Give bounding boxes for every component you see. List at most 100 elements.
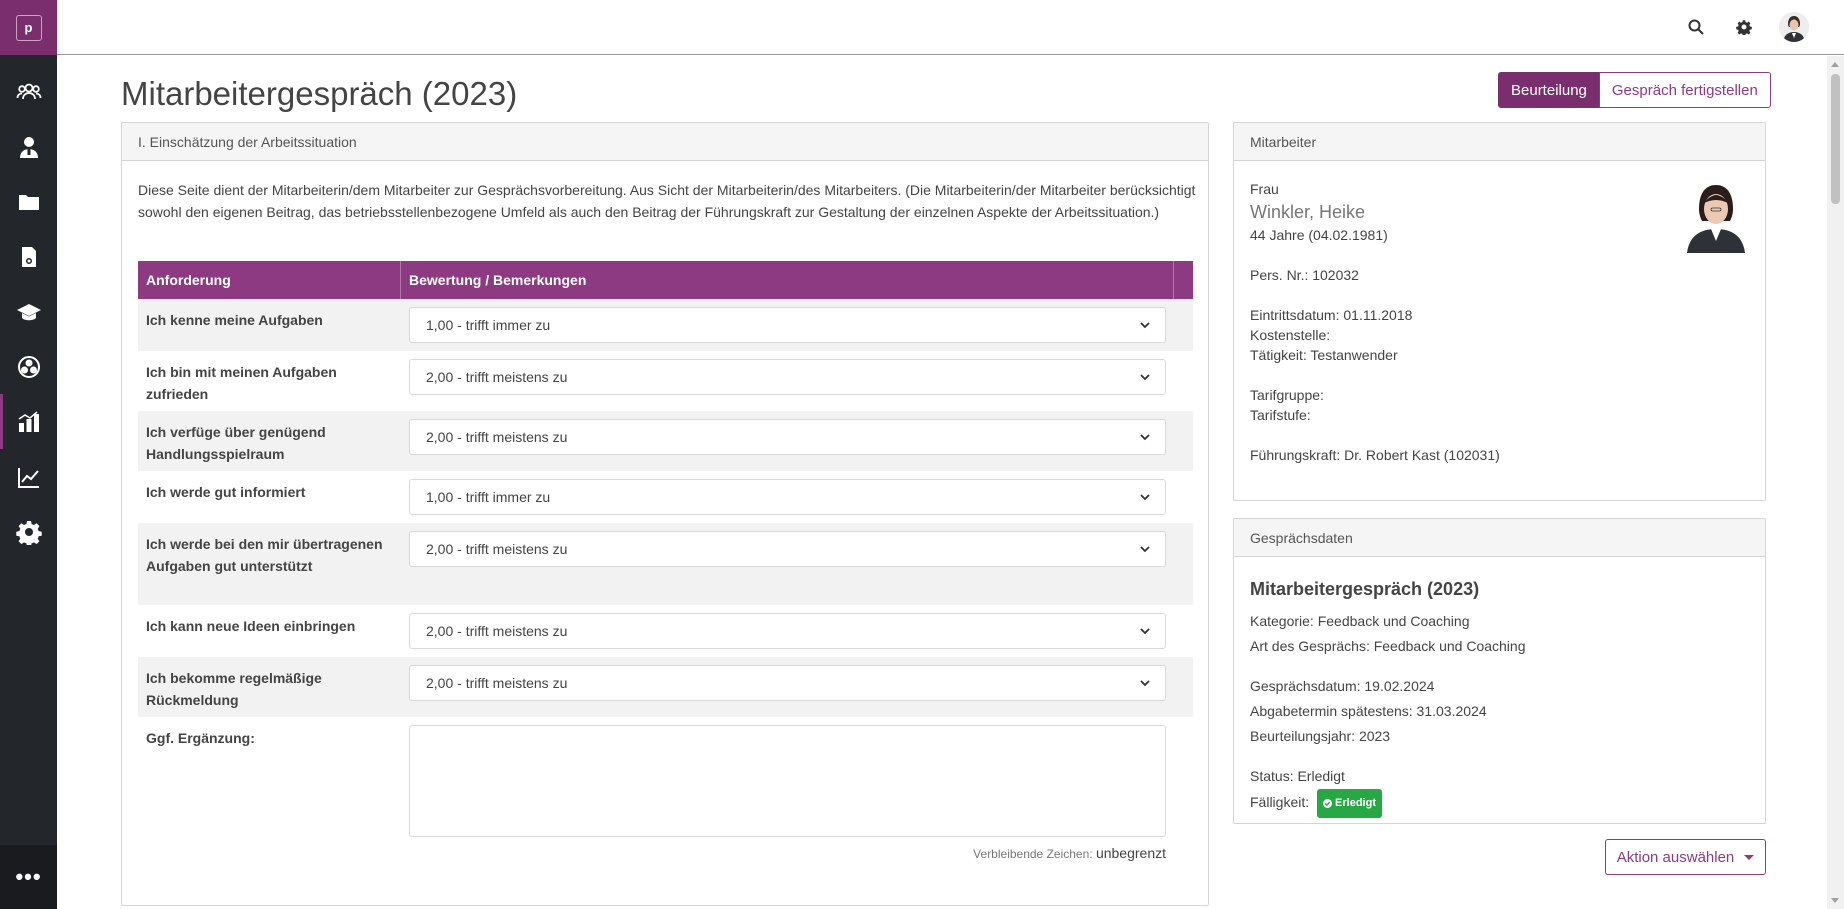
chevron-down-icon <box>1140 546 1150 553</box>
more-menu-button[interactable]: ••• <box>0 845 57 909</box>
team-icon[interactable] <box>0 64 57 119</box>
network-icon[interactable] <box>0 339 57 394</box>
employee-age: 44 Jahre (04.02.1981) <box>1250 227 1388 243</box>
column-requirement: Anforderung <box>138 261 401 299</box>
talk-deadline: Abgabetermin spätestens: 31.03.2024 <box>1250 703 1487 719</box>
chevron-down-icon <box>1140 628 1150 635</box>
talk-title: Mitarbeitergespräch (2023) <box>1250 579 1480 599</box>
badge-label: Erledigt <box>1335 797 1376 809</box>
employee-tariff-group: Tarifgruppe: <box>1250 387 1324 403</box>
addition-textarea[interactable] <box>409 725 1166 837</box>
requirement-label: Ich verfüge über genügend Handlungsspiel… <box>146 424 326 462</box>
search-icon[interactable] <box>1683 14 1709 40</box>
requirement-label: Ich kenne meine Aufgaben <box>146 312 323 328</box>
select-action-button[interactable]: Aktion auswählen <box>1605 839 1766 875</box>
employee-salutation: Frau <box>1250 181 1279 197</box>
rating-select[interactable]: 1,00 - trifft immer zu <box>409 479 1166 515</box>
table-row: Ich bekomme regelmäßige Rückmeldung 2,00… <box>138 657 1193 717</box>
page-title: Mitarbeitergespräch (2023) <box>121 75 518 112</box>
talk-due: Fälligkeit: Erledigt <box>1250 789 1526 818</box>
chevron-down-icon <box>1140 374 1150 381</box>
rating-value: 1,00 - trifft immer zu <box>426 317 551 333</box>
document-search-icon[interactable] <box>0 229 57 284</box>
assessment-button[interactable]: Beurteilung <box>1498 72 1600 108</box>
scroll-up-icon[interactable] <box>1831 62 1839 67</box>
rating-select[interactable]: 2,00 - trifft meistens zu <box>409 419 1166 455</box>
due-label: Fälligkeit: <box>1250 794 1310 811</box>
rating-value: 2,00 - trifft meistens zu <box>426 429 568 445</box>
sidebar: p ••• <box>0 0 57 909</box>
rating-value: 1,00 - trifft immer zu <box>426 489 551 505</box>
action-label: Aktion auswählen <box>1616 848 1735 866</box>
employee-entry-date: Eintrittsdatum: 01.11.2018 <box>1250 307 1413 323</box>
work-situation-card: I. Einschätzung der Arbeitssituation Die… <box>121 122 1209 906</box>
check-circle-icon <box>1323 799 1333 808</box>
rating-select[interactable]: 2,00 - trifft meistens zu <box>409 613 1166 649</box>
chevron-down-icon <box>1140 434 1150 441</box>
talk-year: Beurteilungsjahr: 2023 <box>1250 728 1391 744</box>
top-bar <box>57 0 1844 55</box>
settings-gear-icon[interactable] <box>0 504 57 559</box>
requirements-table: Anforderung Bewertung / Bemerkungen Ich … <box>138 261 1193 869</box>
rating-select[interactable]: 2,00 - trifft meistens zu <box>409 531 1166 567</box>
table-row: Ich werde bei den mir übertragenen Aufga… <box>138 523 1193 605</box>
chevron-down-icon <box>1140 680 1150 687</box>
rating-value: 2,00 - trifft meistens zu <box>426 369 568 385</box>
logo-mark: p <box>15 14 42 41</box>
table-row: Ich bin mit meinen Aufgaben zufrieden 2,… <box>138 351 1193 411</box>
table-row: Ich verfüge über genügend Handlungsspiel… <box>138 411 1193 471</box>
chevron-down-icon <box>1140 322 1150 329</box>
talk-type: Art des Gesprächs: Feedback und Coaching <box>1250 638 1526 654</box>
column-rating: Bewertung / Bemerkungen <box>401 261 1174 299</box>
gear-icon[interactable] <box>1731 14 1757 40</box>
employee-name: Winkler, Heike <box>1250 202 1366 222</box>
app-logo[interactable]: p <box>0 0 57 55</box>
employee-cost-center: Kostenstelle: <box>1250 327 1331 343</box>
employee-activity: Tätigkeit: Testanwender <box>1250 347 1398 363</box>
employee-manager: Führungskraft: Dr. Robert Kast (102031) <box>1250 447 1500 463</box>
scroll-thumb[interactable] <box>1831 74 1840 204</box>
finish-talk-button[interactable]: Gespräch fertigstellen <box>1598 72 1771 108</box>
employee-pers-nr: Pers. Nr.: 102032 <box>1250 267 1359 283</box>
talk-status: Status: Erledigt <box>1250 768 1345 784</box>
graduation-cap-icon[interactable] <box>0 284 57 339</box>
talk-header: Gesprächsdaten <box>1234 519 1765 557</box>
intro-text: Diese Seite dient der Mitarbeiterin/dem … <box>138 182 1196 220</box>
employee-photo <box>1683 177 1749 253</box>
page-scrollbar[interactable] <box>1827 56 1844 909</box>
remaining-value: unbegrenzt <box>1095 845 1166 861</box>
rating-select[interactable]: 2,00 - trifft meistens zu <box>409 359 1166 395</box>
rating-select[interactable]: 2,00 - trifft meistens zu <box>409 665 1166 701</box>
requirement-label: Ich werde bei den mir übertragenen Aufga… <box>146 536 383 574</box>
header-button-group: Beurteilung Gespräch fertigstellen <box>1498 72 1771 108</box>
requirement-label: Ich kann neue Ideen einbringen <box>146 618 356 634</box>
remaining-chars: Verbleibende Zeichen: unbegrenzt <box>973 845 1166 861</box>
table-row: Ich kenne meine Aufgaben 1,00 - trifft i… <box>138 299 1193 351</box>
folder-icon[interactable] <box>0 174 57 229</box>
talk-date: Gesprächsdatum: 19.02.2024 <box>1250 678 1435 694</box>
requirement-label: Ich bin mit meinen Aufgaben zufrieden <box>146 364 337 402</box>
section-header: I. Einschätzung der Arbeitssituation <box>122 123 1208 161</box>
table-row: Ggf. Ergänzung: Verbleibende Zeichen: un… <box>138 717 1193 869</box>
talk-category: Kategorie: Feedback und Coaching <box>1250 613 1470 629</box>
scroll-down-icon[interactable] <box>1831 898 1839 903</box>
employee-tariff-level: Tarifstufe: <box>1250 407 1311 423</box>
caret-down-icon <box>1744 854 1755 860</box>
rating-value: 2,00 - trifft meistens zu <box>426 623 568 639</box>
employee-header: Mitarbeiter <box>1234 123 1765 161</box>
requirement-label: Ich werde gut informiert <box>146 484 306 500</box>
table-row: Ich kann neue Ideen einbringen 2,00 - tr… <box>138 605 1193 657</box>
user-manager-icon[interactable] <box>0 119 57 174</box>
table-header: Anforderung Bewertung / Bemerkungen <box>138 261 1193 299</box>
rating-value: 2,00 - trifft meistens zu <box>426 675 568 691</box>
requirement-label: Ich bekomme regelmäßige Rückmeldung <box>146 670 322 708</box>
user-avatar[interactable] <box>1779 12 1809 42</box>
chevron-down-icon <box>1140 494 1150 501</box>
line-chart-icon[interactable] <box>0 449 57 504</box>
rating-value: 2,00 - trifft meistens zu <box>426 541 568 557</box>
rating-select[interactable]: 1,00 - trifft immer zu <box>409 307 1166 343</box>
bar-chart-icon[interactable] <box>0 394 57 449</box>
employee-card: Mitarbeiter Frau Winkler, Heike 44 Jahre… <box>1233 122 1766 501</box>
table-row: Ich werde gut informiert 1,00 - trifft i… <box>138 471 1193 523</box>
status-badge: Erledigt <box>1317 789 1382 818</box>
